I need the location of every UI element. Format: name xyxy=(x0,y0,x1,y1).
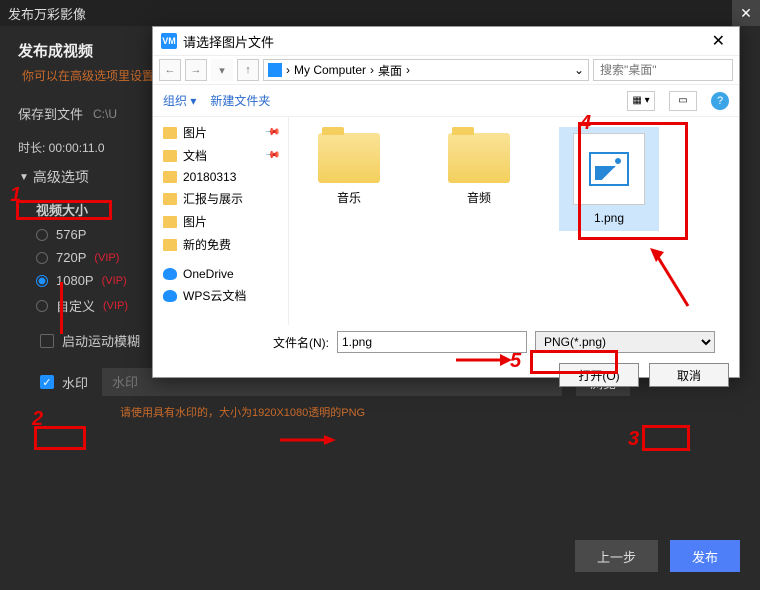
preview-pane-button[interactable]: ▭ xyxy=(669,91,697,111)
app-icon: VM xyxy=(161,33,177,49)
file-item-folder[interactable]: 音乐 xyxy=(299,127,399,212)
filename-label: 文件名(N): xyxy=(273,334,329,351)
arrow-icon xyxy=(280,434,336,449)
folder-icon xyxy=(163,171,177,183)
watermark-tip: 请使用具有水印的，大小为1920X1080透明的PNG xyxy=(0,400,760,424)
sidebar-item[interactable]: 图片 xyxy=(153,210,288,233)
folder-icon xyxy=(163,216,177,228)
image-icon xyxy=(573,133,645,205)
sidebar-item[interactable]: 图片📌 xyxy=(153,121,288,144)
nav-fwd[interactable]: → xyxy=(185,59,207,81)
motion-blur-checkbox[interactable]: 启动运动模糊 xyxy=(40,327,140,354)
window-title: 发布万彩影像 xyxy=(8,4,86,23)
file-dialog: VM 请选择图片文件 ✕ ← → ▾ ↑ › My Computer › 桌面 … xyxy=(152,26,740,378)
breadcrumb[interactable]: › My Computer › 桌面 › ⌄ xyxy=(263,59,589,81)
save-label: 保存到文件 xyxy=(18,104,83,123)
filetype-select[interactable]: PNG(*.png) xyxy=(535,331,715,353)
save-path: C:\U xyxy=(93,107,117,121)
callout-box-3 xyxy=(642,425,690,451)
computer-icon xyxy=(268,63,282,77)
window-close[interactable]: ✕ xyxy=(732,0,760,26)
sidebar: 图片📌 文档📌 20180313 汇报与展示 图片 新的免费 OneDrive … xyxy=(153,117,289,325)
nav-back[interactable]: ← xyxy=(159,59,181,81)
sidebar-item[interactable]: 汇报与展示 xyxy=(153,187,288,210)
publish-button[interactable]: 发布 xyxy=(670,540,740,572)
file-item-image[interactable]: 1.png xyxy=(559,127,659,231)
organize-menu[interactable]: 组织 ▾ xyxy=(163,92,196,109)
cancel-button[interactable]: 取消 xyxy=(649,363,729,387)
folder-icon xyxy=(163,127,177,139)
help-icon[interactable]: ? xyxy=(711,92,729,110)
nav-dropdown[interactable]: ▾ xyxy=(211,59,233,81)
sidebar-item[interactable]: OneDrive xyxy=(153,264,288,284)
new-folder-button[interactable]: 新建文件夹 xyxy=(210,92,270,109)
folder-icon xyxy=(448,133,510,183)
prev-button[interactable]: 上一步 xyxy=(575,540,658,572)
search-input[interactable] xyxy=(593,59,733,81)
dialog-close[interactable]: ✕ xyxy=(706,31,731,51)
folder-icon xyxy=(163,150,177,162)
pin-icon: 📌 xyxy=(263,147,280,164)
file-item-folder[interactable]: 音频 xyxy=(429,127,529,212)
callout-box-2 xyxy=(34,426,86,450)
sidebar-item[interactable]: 文档📌 xyxy=(153,144,288,167)
sidebar-item[interactable]: WPS云文档 xyxy=(153,284,288,307)
nav-up[interactable]: ↑ xyxy=(237,59,259,81)
watermark-checkbox[interactable]: ✓水印 xyxy=(40,369,88,396)
filename-input[interactable] xyxy=(337,331,527,353)
advanced-label: 高级选项 xyxy=(33,167,89,187)
open-button[interactable]: 打开(O) xyxy=(559,363,639,387)
view-mode-button[interactable]: ▦ ▾ xyxy=(627,91,655,111)
sidebar-item[interactable]: 20180313 xyxy=(153,167,288,187)
callout-3: 3 xyxy=(628,428,639,451)
pin-icon: 📌 xyxy=(263,124,280,141)
dialog-title: 请选择图片文件 xyxy=(183,32,274,51)
folder-icon xyxy=(163,193,177,205)
folder-icon xyxy=(163,239,177,251)
folder-icon xyxy=(318,133,380,183)
cloud-icon xyxy=(163,290,177,302)
cloud-icon xyxy=(163,268,177,280)
chevron-down-icon: ▼ xyxy=(19,172,29,183)
sidebar-item[interactable]: 新的免费 xyxy=(153,233,288,256)
